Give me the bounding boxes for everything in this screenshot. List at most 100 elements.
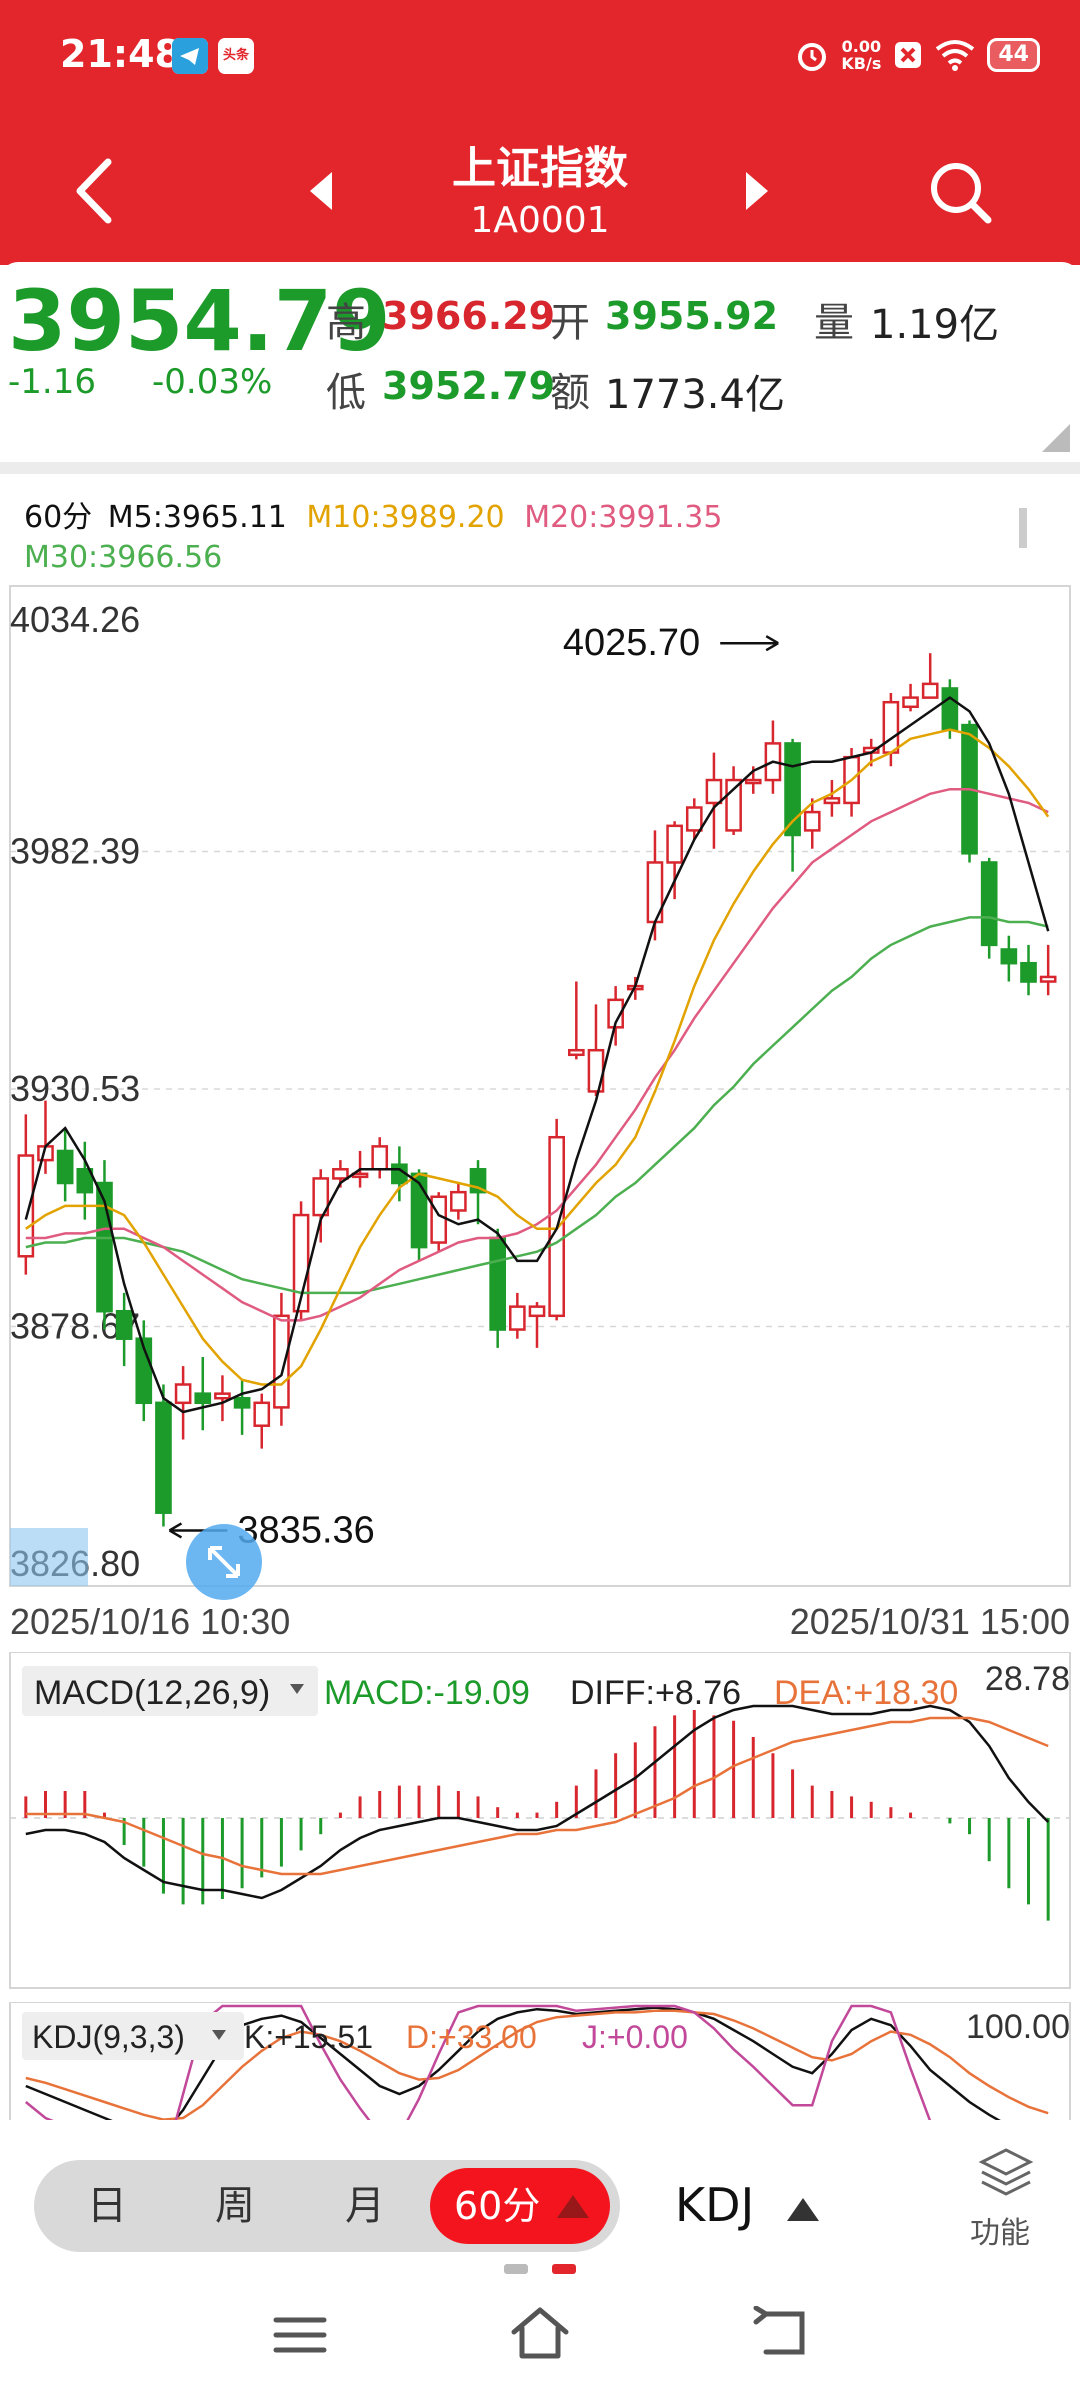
candle-body [155, 1401, 172, 1514]
high-label: 高 [326, 300, 366, 346]
candle-body [214, 1392, 231, 1400]
candle-body [56, 1149, 74, 1185]
low-label: 低 [326, 370, 366, 416]
y-axis-tick-label: 3930.53 [10, 1068, 140, 1109]
status-time: 21:48 [60, 32, 181, 76]
max-price-annotation: 4025.70 [563, 622, 700, 664]
dea-value-label: DEA:+18.30 [774, 1674, 958, 1712]
kdj-title: KDJ(9,3,3) [32, 2019, 185, 2055]
legend-toggle-icon[interactable] [1016, 508, 1030, 548]
candle-body [803, 810, 821, 832]
open-value: 3955.92 [605, 294, 779, 338]
j-value-label: J:+0.00 [582, 2019, 688, 2055]
macd-max-label: 28.78 [985, 1660, 1070, 1698]
candle-body [194, 1392, 212, 1405]
candle-body [115, 1309, 133, 1340]
page-indicator-active [552, 2264, 576, 2274]
candle-body [567, 1048, 585, 1057]
wifi-icon [936, 40, 975, 71]
ma5-value: M5:3965.11 [107, 500, 287, 535]
macd-value-label: MACD:-19.09 [324, 1674, 530, 1712]
y-axis-tick-label: 4034.26 [10, 599, 140, 640]
candle-body [1039, 975, 1057, 983]
function-label[interactable]: 功能 [970, 2208, 1030, 2252]
next-stock-icon[interactable] [742, 170, 772, 212]
candle-body [273, 1314, 290, 1409]
candle-body [332, 1168, 349, 1180]
back-nav-icon[interactable] [752, 2306, 812, 2360]
chart-period-label: 60分 [24, 500, 93, 535]
candle-body [666, 824, 683, 864]
ma-legend-row-1: 60分 M5:3965.11 M10:3989.20 M20:3991.35 [24, 492, 722, 536]
ma-line-m30 [25, 916, 1049, 1295]
candle-body [430, 1195, 448, 1244]
ma-line-m10 [25, 728, 1050, 1386]
amount-label: 额 [550, 370, 590, 416]
page-indicator-inactive [504, 2264, 528, 2274]
volume-label: 量 [814, 300, 854, 346]
period-day[interactable]: 日 [52, 2160, 162, 2252]
candle-body [921, 682, 939, 699]
stock-code: 1A0001 [470, 200, 610, 241]
candle-body [351, 1172, 369, 1179]
status-bar: 21:48 头条 0.00 KB/s 44 [0, 0, 1080, 110]
stock-name: 上证指数 [452, 143, 628, 194]
search-icon[interactable] [926, 158, 996, 228]
ma20-value: M20:3991.35 [524, 500, 723, 535]
section-divider [0, 462, 1080, 474]
app-header: 21:48 头条 0.00 KB/s 44 上证指数 1A0001 [0, 0, 1080, 265]
kdj-chart[interactable]: KDJ(9,3,3) K:+15.51 D:+33.00 J:+0.00 100.00 [0, 2002, 1080, 2120]
layers-icon[interactable] [978, 2146, 1034, 2200]
telegram-icon [172, 38, 208, 74]
candlestick-chart[interactable]: 4034.263982.393930.533878.673826.80 4025… [0, 584, 1080, 1674]
status-icons: 0.00 KB/s 44 [795, 30, 1040, 80]
caret-up-icon [786, 2197, 819, 2221]
k-value-label: K:+15.51 [244, 2019, 373, 2055]
period-week[interactable]: 周 [180, 2160, 290, 2252]
ma-legend-row-2: M30:3966.56 [24, 540, 222, 575]
ma10-value: M10:3989.20 [306, 500, 505, 535]
battery-indicator: 44 [987, 38, 1040, 72]
ma-line-m20 [25, 787, 1049, 1322]
candle-body [509, 1305, 526, 1331]
volume-value: 1.19亿 [870, 302, 1000, 348]
macd-title: MACD(12,26,9) [34, 1674, 270, 1712]
candle-body [253, 1401, 271, 1427]
menu-icon[interactable] [270, 2310, 330, 2360]
candle-body [705, 778, 723, 805]
dea-line [25, 1716, 1049, 1876]
price-change-percent: -0.03% [152, 362, 273, 402]
candle-body [1020, 961, 1037, 983]
candle-body [941, 687, 959, 731]
high-value: 3966.29 [382, 294, 556, 338]
candle-body [450, 1190, 467, 1212]
diff-line [25, 1704, 1050, 1900]
alarm-icon [798, 43, 827, 71]
candle-body [17, 1154, 35, 1258]
candle-body [823, 797, 841, 805]
period-60min-active[interactable]: 60分 [430, 2168, 610, 2244]
candle-body [744, 778, 762, 785]
ma30-value: M30:3966.56 [24, 540, 223, 575]
expand-corner-icon[interactable] [1040, 422, 1072, 454]
y-axis-tick-label: 3982.39 [10, 831, 140, 872]
macd-chart[interactable]: MACD(12,26,9) MACD:-19.09 DIFF:+8.76 DEA:+1… [0, 1652, 1080, 1992]
kdj-max-label: 100.00 [966, 2008, 1070, 2046]
candle-body [882, 700, 900, 754]
amount-value: 1773.4亿 [605, 372, 785, 418]
candle-body [371, 1145, 389, 1171]
candle-body [980, 861, 998, 947]
period-month[interactable]: 月 [310, 2160, 420, 2252]
candle-body [902, 696, 919, 709]
candle-body [1000, 948, 1018, 965]
home-icon[interactable] [508, 2304, 572, 2362]
d-value-label: D:+33.00 [406, 2019, 537, 2055]
open-label: 开 [550, 300, 590, 346]
system-navigation-bar [0, 2290, 1080, 2380]
candle-body [685, 806, 703, 832]
indicator-selector[interactable]: KDJ [675, 2178, 821, 2232]
period-selector: 日 周 月 60分 [34, 2160, 620, 2252]
net-speed: 0.00 KB/s [841, 37, 882, 73]
quote-panel: 3954.79 -1.16 -0.03% 高 3966.29 开 3955.92… [0, 262, 1080, 462]
x-axis-start-label: 2025/10/16 10:30 [10, 1601, 290, 1642]
